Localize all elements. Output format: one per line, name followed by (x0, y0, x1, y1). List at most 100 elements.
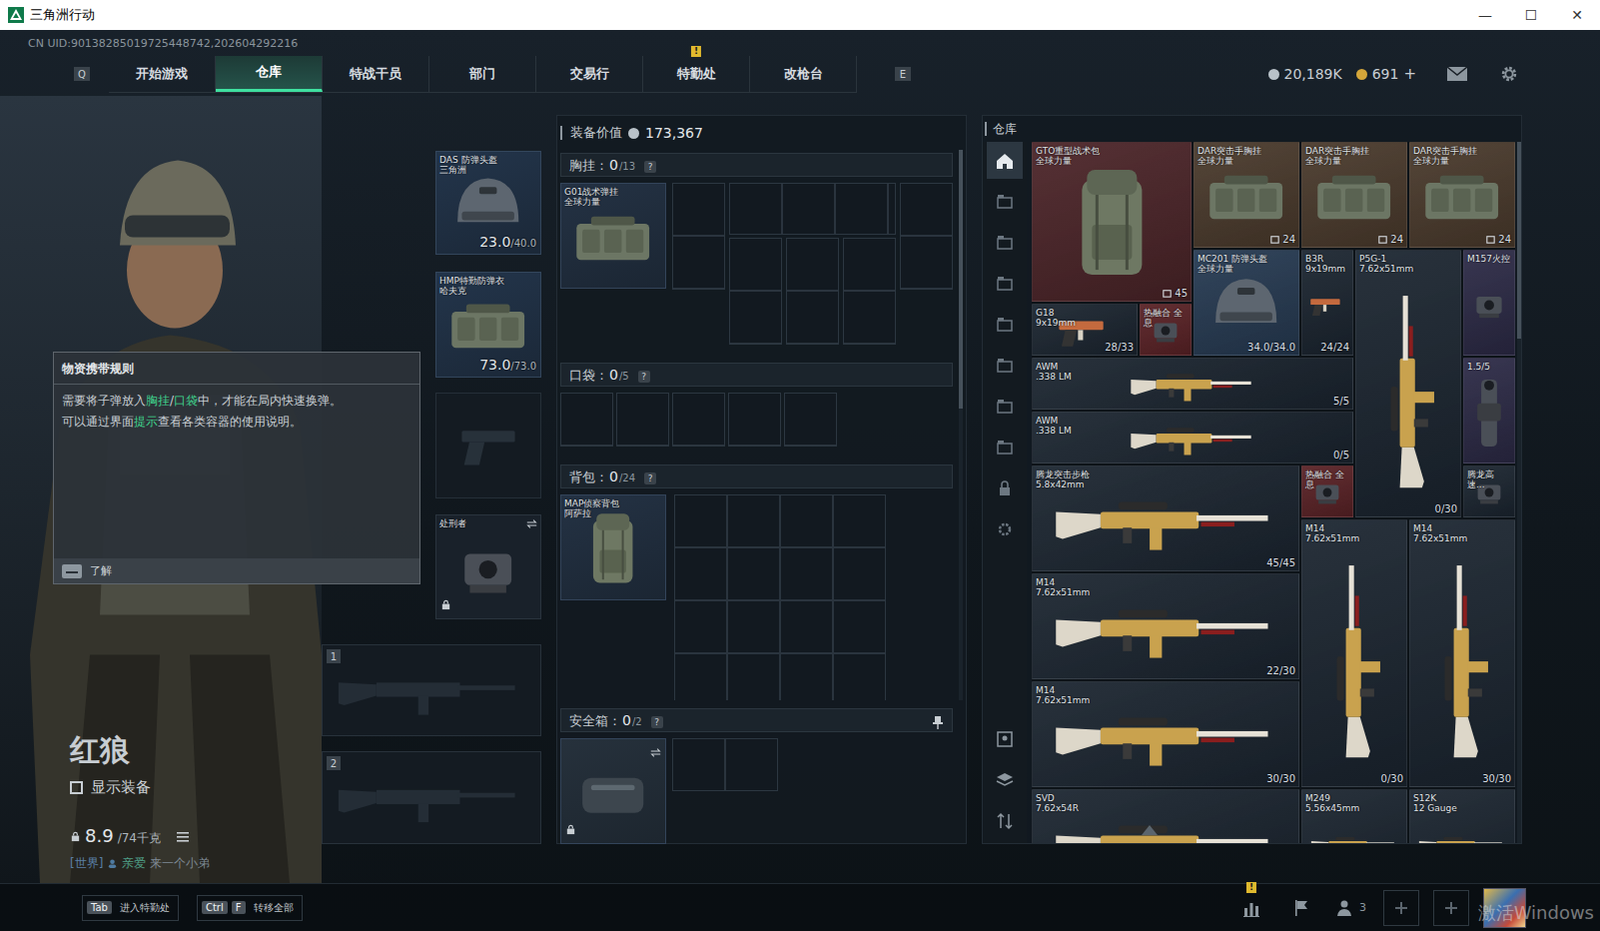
nav-tab[interactable]: 改枪台 (750, 55, 857, 92)
scrollbar-thumb[interactable] (958, 149, 963, 409)
weapon-slot[interactable]: 1 (321, 644, 542, 737)
swap-icon[interactable] (650, 747, 662, 759)
melee-slot[interactable]: 处刑者 (435, 514, 542, 620)
helmet-slot[interactable]: DAS 防弹头盔三角洲 23.0/40.0 (435, 150, 542, 255)
warehouse-item[interactable]: AWM .338 LM 0/5 (1031, 411, 1354, 464)
warehouse-item[interactable]: B3R 9x19mm 24/24 (1301, 249, 1354, 356)
pocket-slot[interactable] (616, 392, 670, 447)
warehouse-item[interactable]: P5G-1 7.62x51mm 0/30 (1355, 249, 1462, 518)
storage-slot[interactable] (899, 182, 953, 290)
friends-button[interactable]: 3 (1333, 889, 1370, 926)
next-tab-key[interactable]: E (894, 66, 911, 81)
window-control-button[interactable]: — (1462, 6, 1509, 23)
safe-slot[interactable] (672, 738, 779, 792)
invite-slot[interactable] (1383, 889, 1420, 926)
warehouse-tab[interactable] (986, 223, 1023, 261)
warehouse-item[interactable]: DAR突击手胸挂 全球力量 24 (1301, 141, 1408, 248)
warehouse-item[interactable]: GTO重型战术包 全球力量 45 (1031, 141, 1192, 302)
warehouse-tab[interactable] (986, 387, 1023, 425)
tooltip-text[interactable]: 提示 (133, 414, 158, 429)
help-button[interactable]: ? (651, 716, 664, 729)
help-button[interactable]: ? (638, 370, 651, 383)
warehouse-item[interactable]: M14 7.62x51mm 0/30 (1301, 519, 1408, 788)
tooltip-text[interactable]: 口袋 (173, 393, 198, 408)
warehouse-item[interactable]: M14 7.62x51mm 22/30 (1031, 573, 1300, 680)
pocket-slot[interactable] (672, 392, 726, 447)
warehouse-item[interactable]: MC201 防弹头盔 全球力量 34.0/34.0 (1193, 249, 1300, 356)
prev-tab-key[interactable]: Q (73, 66, 90, 81)
key-hint-button[interactable]: CtrlF 转移全部 (196, 894, 303, 921)
warehouse-tool[interactable] (986, 801, 1023, 839)
acknowledge-button[interactable]: 了解 (61, 563, 412, 579)
warehouse-item[interactable]: M14 7.62x51mm 30/30 (1031, 681, 1300, 788)
warehouse-item[interactable]: 热融合 全息 (1139, 303, 1192, 356)
warehouse-grid-area[interactable]: GTO重型战术包 全球力量 45 DAR突击手胸挂 全球力量 24 DAR突击手… (1031, 141, 1516, 843)
warehouse-tab[interactable] (986, 182, 1023, 220)
warehouse-item[interactable]: M249 5.56x45mm (1301, 789, 1408, 843)
warehouse-item[interactable]: 腾龙突击步枪 5.8x42mm 45/45 (1031, 465, 1300, 572)
warehouse-item[interactable]: DAR突击手胸挂 全球力量 24 (1409, 141, 1516, 248)
warehouse-item[interactable]: S12K 12 Gauge (1409, 789, 1516, 843)
mail-icon[interactable] (1446, 64, 1469, 83)
pin-icon[interactable] (931, 715, 944, 730)
storage-slot[interactable] (842, 237, 896, 345)
armor-slot[interactable]: HMP特勤防弹衣哈夫克 73.0/73.0 (435, 271, 542, 378)
show-gear-checkbox[interactable]: 显示装备 (69, 778, 322, 798)
chest-rig-item[interactable]: G01战术弹挂全球力量 (560, 182, 667, 289)
warehouse-item[interactable]: SVD 7.62x54R (1031, 789, 1300, 843)
help-button[interactable]: ? (644, 160, 657, 173)
warehouse-tab[interactable] (986, 510, 1023, 548)
warehouse-item[interactable]: 1.5/5 (1463, 357, 1516, 464)
scroll-up-icon[interactable] (1141, 824, 1158, 835)
warehouse-tab[interactable] (986, 469, 1023, 507)
scrollbar[interactable] (1517, 141, 1522, 843)
storage-slot[interactable] (729, 182, 896, 235)
warehouse-item[interactable]: AWM .338 LM 5/5 (1031, 357, 1354, 410)
settings-gear-icon[interactable] (1498, 64, 1521, 83)
window-control-button[interactable]: ✕ (1554, 6, 1600, 23)
warehouse-item[interactable]: DAR突击手胸挂 全球力量 24 (1193, 141, 1300, 248)
nav-tab[interactable]: ! 特勤处 (643, 55, 751, 92)
nav-tab[interactable]: 开始游戏 (108, 55, 216, 92)
safe-box-item[interactable] (560, 738, 667, 844)
warehouse-tab[interactable] (986, 428, 1023, 466)
nav-tab[interactable]: 交易行 (536, 55, 644, 92)
warehouse-tab[interactable] (986, 305, 1023, 343)
weapon-slot[interactable]: 2 (321, 751, 542, 844)
backpack-slots[interactable] (674, 494, 886, 701)
storage-slot[interactable] (672, 182, 726, 290)
pocket-slot[interactable] (728, 392, 782, 447)
warehouse-tool[interactable] (986, 720, 1023, 758)
scrollbar-thumb[interactable] (1517, 141, 1522, 339)
team-flag-button[interactable] (1283, 889, 1320, 926)
nav-tab[interactable]: 部门 (429, 55, 537, 92)
checkbox-box[interactable] (69, 781, 83, 795)
warehouse-item[interactable]: G18 9x19mm 28/33 (1031, 303, 1138, 356)
warehouse-tool[interactable] (986, 761, 1023, 799)
warehouse-item[interactable]: 热融合 全息 (1301, 465, 1354, 518)
pocket-slot[interactable] (784, 392, 837, 447)
warehouse-tab[interactable] (986, 264, 1023, 302)
scrollbar[interactable] (958, 149, 963, 701)
nav-tab[interactable]: 仓库 (215, 55, 323, 92)
warehouse-item[interactable]: 腾龙高速... (1463, 465, 1516, 518)
help-button[interactable]: ? (644, 472, 657, 485)
tooltip-text[interactable]: 胸挂 (145, 393, 170, 408)
backpack-item[interactable]: MAP侦察背包阿萨拉 (560, 494, 667, 601)
nav-tab[interactable]: 特战干员 (322, 55, 430, 92)
warehouse-tab[interactable] (986, 346, 1023, 384)
storage-slot[interactable] (786, 237, 839, 345)
container-scroll-area[interactable]: 胸挂： 0 /13 ? G01战术弹挂全球力量 口袋： 0 /5 ? 背包： 0… (560, 149, 966, 701)
window-control-button[interactable]: ☐ (1508, 6, 1555, 23)
swap-icon[interactable] (526, 518, 538, 530)
key-hint-button[interactable]: Tab 进入特勤处 (81, 894, 179, 921)
add-currency-button[interactable]: + (1403, 64, 1417, 83)
warehouse-tab[interactable] (986, 141, 1023, 179)
list-icon[interactable] (176, 831, 189, 842)
warehouse-item[interactable]: M157火控 (1463, 249, 1516, 356)
invite-slot[interactable] (1433, 889, 1470, 926)
stats-button[interactable]: ! (1233, 889, 1270, 926)
pocket-slot[interactable] (560, 392, 614, 447)
storage-slot[interactable] (729, 237, 783, 345)
pistol-slot[interactable] (435, 392, 542, 500)
